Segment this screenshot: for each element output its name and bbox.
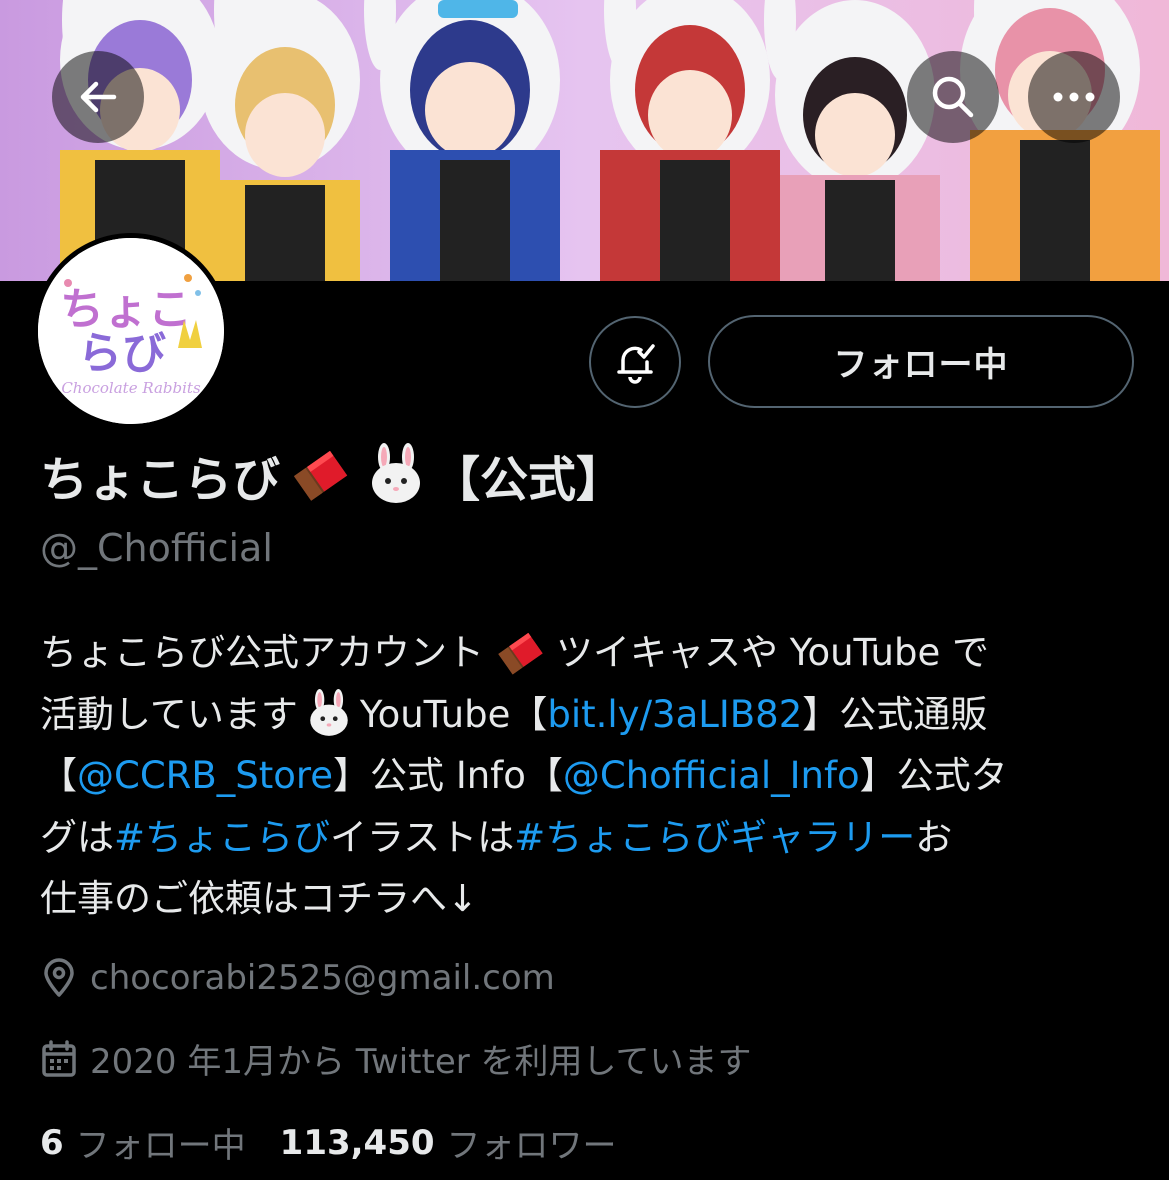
bio-text: 仕事のご依頼はコチラへ↓ xyxy=(40,877,479,920)
display-name-suffix: 【公式】 xyxy=(432,452,625,508)
bio-hashtag[interactable]: #ちょこらび xyxy=(114,807,330,869)
profile-joined: 2020 年1月から Twitter を利用しています xyxy=(40,1034,752,1083)
chocolate-icon xyxy=(284,445,356,505)
display-name: ちょこらび 【公式】 xyxy=(40,440,624,510)
back-button[interactable] xyxy=(52,51,144,143)
svg-text:Chocolate Rabbits: Chocolate Rabbits xyxy=(61,379,201,397)
display-name-text: ちょこらび xyxy=(40,452,281,508)
bio-line: ちょこらび公式アカウント ツイキャスや YouTube で xyxy=(40,622,1130,684)
chocolate-icon xyxy=(490,628,550,678)
bell-check-icon xyxy=(617,344,655,384)
avatar[interactable]: ちょこ らび Chocolate Rabbits xyxy=(33,233,229,429)
bio-hashtag-gallery[interactable]: #ちょこらびギャラリー xyxy=(514,807,915,869)
bio-line: グは #ちょこらび イラストは #ちょこらびギャラリー お xyxy=(40,807,1130,869)
following-label: フォロー中 xyxy=(75,1126,246,1166)
profile-location: chocorabi2525@gmail.com xyxy=(40,958,555,998)
bio-text: グは xyxy=(40,815,114,859)
bio-text: YouTube【 xyxy=(359,692,548,736)
more-icon xyxy=(1053,92,1095,102)
profile-banner[interactable] xyxy=(0,0,1169,281)
bio-text: 活動しています xyxy=(40,692,298,736)
bio-line: 活動しています YouTube【 bit.ly/3aLIB82 】公式通販 xyxy=(40,684,1130,746)
banner-illustration xyxy=(0,0,1169,281)
arrow-left-icon xyxy=(80,81,117,113)
bio-mention-store[interactable]: @CCRB_Store xyxy=(77,745,333,807)
avatar-logo: ちょこ らび Chocolate Rabbits xyxy=(38,238,224,424)
rabbit-icon xyxy=(364,443,428,507)
bio-text: 】公式タ xyxy=(859,754,1008,797)
bio-link-youtube[interactable]: bit.ly/3aLIB82 xyxy=(547,684,802,746)
user-handle: @_Chofficial xyxy=(40,526,273,570)
following-button[interactable]: フォロー中 xyxy=(708,315,1134,408)
bio-text: 】公式通販 xyxy=(802,692,988,736)
bio-text: お xyxy=(915,815,953,859)
bio-text: 【 xyxy=(40,754,77,797)
search-button[interactable] xyxy=(907,51,999,143)
bio-line: 【@CCRB_Store 】公式 Info【 @Chofficial_Info 】公式… xyxy=(40,745,1130,807)
more-button[interactable] xyxy=(1028,51,1120,143)
following-count: 6 xyxy=(40,1122,64,1163)
bio-text: イラストは xyxy=(330,815,515,859)
bio-text: ツイキャスや YouTube で xyxy=(556,631,989,674)
following-stat[interactable]: 6 フォロー中 xyxy=(40,1118,246,1167)
joined-text: 2020 年1月から Twitter を利用しています xyxy=(90,1042,752,1082)
chocorabi-logo: ちょこ らび Chocolate Rabbits xyxy=(38,238,224,424)
followers-count: 113,450 xyxy=(279,1122,435,1163)
bio-text: ちょこらび公式アカウント xyxy=(40,631,484,674)
bio-mention-info[interactable]: @Chofficial_Info xyxy=(563,745,860,807)
notifications-button[interactable] xyxy=(589,316,681,408)
followers-stat[interactable]: 113,450 フォロワー xyxy=(280,1118,617,1167)
bio-text: 】公式 Info【 xyxy=(333,754,563,797)
profile-stats: 6 フォロー中 113,450 フォロワー xyxy=(40,1118,651,1167)
followers-label: フォロワー xyxy=(446,1126,617,1166)
rabbit-icon xyxy=(304,689,354,739)
location-pin-icon xyxy=(44,958,74,997)
svg-text:らび: らび xyxy=(78,328,166,379)
calendar-icon xyxy=(42,1039,76,1077)
profile-bio: ちょこらび公式アカウント ツイキャスや YouTube で 活動しています Yo… xyxy=(40,622,1130,930)
search-icon xyxy=(932,76,974,118)
location-text: chocorabi2525@gmail.com xyxy=(90,958,555,998)
bio-line: 仕事のご依頼はコチラへ↓ xyxy=(40,868,1130,930)
